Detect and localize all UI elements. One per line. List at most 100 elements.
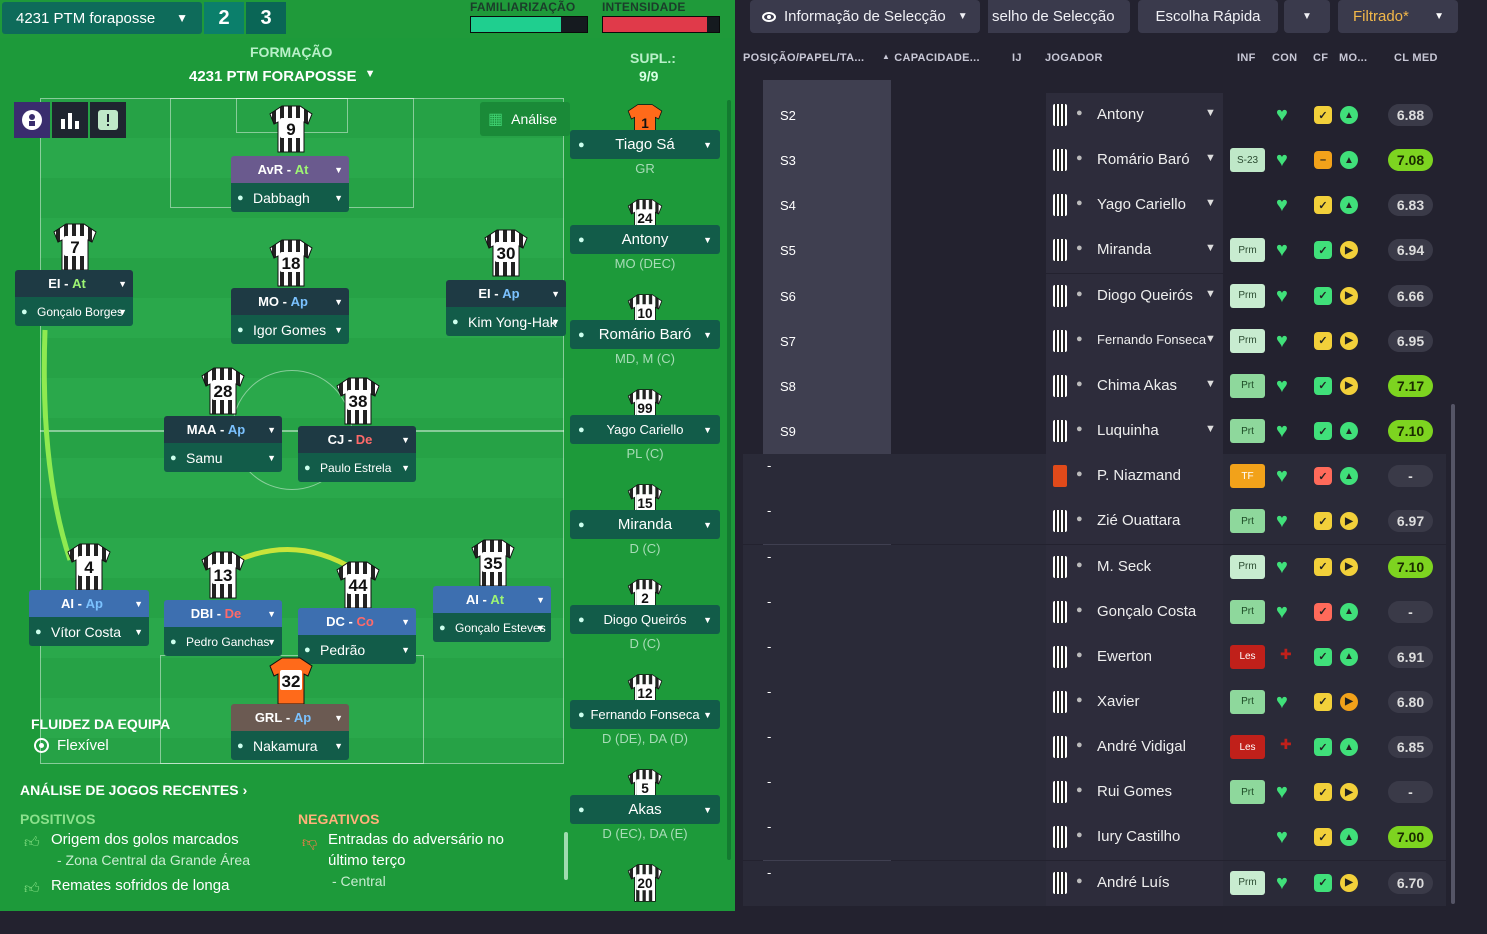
player-role-selector[interactable]: EI - At ▼ xyxy=(15,270,133,297)
table-row[interactable]: - ● Xavier Prt ♥ ✓ ▶ 6.80 xyxy=(743,679,1446,725)
table-row[interactable]: S7 ● Fernando Fonseca ▼ Prm ♥ ✓ ▶ 6.95 xyxy=(743,318,1446,364)
sub-player-selector[interactable]: ● Antony ▼ xyxy=(570,225,720,254)
col-mo[interactable]: MO... xyxy=(1339,52,1367,64)
table-row[interactable]: - ● P. Niazmand TF ♥ ✓ ▲ - xyxy=(743,454,1446,500)
filter-dropdown[interactable]: Filtrado* ▼ xyxy=(1338,0,1458,33)
player-role-selector[interactable]: DBI - De ▼ xyxy=(164,600,282,627)
selection-advice-tab[interactable]: selho de Selecção xyxy=(988,0,1130,33)
player-role-selector[interactable]: MO - Ap ▼ xyxy=(231,288,349,315)
table-row[interactable]: - ● Ewerton Les ✚ ✓ ▲ 6.91 xyxy=(743,634,1446,680)
player-name[interactable]: M. Seck xyxy=(1097,558,1151,575)
bar-chart-icon[interactable] xyxy=(52,102,88,138)
table-row[interactable]: - ● André Luís Prm ♥ ✓ ▶ 6.70 xyxy=(743,860,1446,906)
player-name-selector[interactable]: ● Gonçalo Esteves ▼ xyxy=(433,613,551,642)
table-row[interactable]: - ● André Vidigal Les ✚ ✓ ▲ 6.85 xyxy=(743,725,1446,771)
shirt-icon[interactable]: 7 xyxy=(52,222,98,272)
shirt-icon[interactable]: 9 xyxy=(268,104,314,154)
player-role-selector[interactable]: EI - Ap ▼ xyxy=(446,280,566,307)
tactic-selector[interactable]: 4231 PTM foraposse ▼ xyxy=(2,2,202,34)
tactic-slot-2[interactable]: 2 xyxy=(204,2,244,34)
player-name-selector[interactable]: ● Dabbagh ▼ xyxy=(231,183,349,212)
tactic-slot-3[interactable]: 3 xyxy=(246,2,286,34)
player-name[interactable]: Diogo Queirós xyxy=(1097,287,1193,304)
player-name[interactable]: Ewerton xyxy=(1097,648,1152,665)
sub-player-selector[interactable]: ● Tiago Sá ▼ xyxy=(570,130,720,159)
chevron-down-icon[interactable]: ▼ xyxy=(1205,288,1216,300)
table-row[interactable]: S6 ● Diogo Queirós ▼ Prm ♥ ✓ ▶ 6.66 xyxy=(743,273,1446,319)
shirt-icon[interactable]: 28 xyxy=(200,366,246,416)
player-name[interactable]: Xavier xyxy=(1097,693,1140,710)
player-name-selector[interactable]: ● Kim Yong-Hak ▼ xyxy=(446,307,566,336)
col-cf[interactable]: CF xyxy=(1313,52,1328,64)
sub-player-selector[interactable]: ● Yago Cariello ▼ xyxy=(570,415,720,444)
analysis-scrollbar[interactable] xyxy=(564,832,568,880)
col-cl-med[interactable]: CL MED xyxy=(1394,52,1438,64)
player-role-selector[interactable]: AvR - At ▼ xyxy=(231,156,349,183)
sub-player-selector[interactable]: ● Akas ▼ xyxy=(570,795,720,824)
shirt-icon[interactable]: 4 xyxy=(66,542,112,592)
chevron-down-icon[interactable]: ▼ xyxy=(1205,333,1216,345)
shirt-icon[interactable]: 30 xyxy=(483,228,529,278)
player-name[interactable]: André Vidigal xyxy=(1097,738,1186,755)
player-name[interactable]: Fernando Fonseca xyxy=(1097,332,1206,347)
player-role-selector[interactable]: DC - Co ▼ xyxy=(298,608,416,635)
player-name-selector[interactable]: ● Nakamura ▼ xyxy=(231,731,349,760)
sub-shirt-icon[interactable]: 20 xyxy=(627,863,664,903)
col-inf[interactable]: INF xyxy=(1237,52,1256,64)
shirt-icon[interactable]: 35 xyxy=(470,538,516,588)
shirt-icon[interactable]: 18 xyxy=(268,238,314,288)
col-ij[interactable]: IJ xyxy=(1012,52,1022,64)
table-row[interactable]: S3 ● Romário Baró ▼ S-23 ♥ – ▲ 7.08 xyxy=(743,138,1446,184)
table-row[interactable]: - ● Iury Castilho ♥ ✓ ▲ 7.00 xyxy=(743,815,1446,861)
selection-info-dropdown[interactable]: Informação de Selecção ▼ xyxy=(750,0,980,33)
player-name[interactable]: Rui Gomes xyxy=(1097,783,1172,800)
player-info-icon[interactable] xyxy=(14,102,50,138)
table-row[interactable]: - ● Gonçalo Costa Prt ♥ ✓ ▲ - xyxy=(743,589,1446,635)
table-row[interactable]: - ● Zié Ouattara Prt ♥ ✓ ▶ 6.97 xyxy=(743,499,1446,545)
table-row[interactable]: S9 ● Luquinha ▼ Prt ♥ ✓ ▲ 7.10 xyxy=(743,409,1446,455)
chevron-down-icon[interactable]: ▼ xyxy=(1205,378,1216,390)
formation-selector[interactable]: 4231 PTM FORAPOSSE ▼ xyxy=(189,68,375,85)
shirt-icon[interactable]: 32 xyxy=(268,656,314,706)
quick-pick-chevron-icon[interactable]: ▼ xyxy=(1284,0,1330,33)
table-row[interactable]: S5 ● Miranda ▼ Prm ♥ ✓ ▶ 6.94 xyxy=(743,228,1446,274)
player-name-selector[interactable]: ● Pedro Ganchas ▼ xyxy=(164,627,282,656)
player-name[interactable]: Romário Baró xyxy=(1097,151,1190,168)
player-role-selector[interactable]: AI - At ▼ xyxy=(433,586,551,613)
sub-player-selector[interactable]: ● Diogo Queirós ▼ xyxy=(570,605,720,634)
table-row[interactable]: S8 ● Chima Akas ▼ Prt ♥ ✓ ▶ 7.17 xyxy=(743,363,1446,409)
player-name-selector[interactable]: ● Gonçalo Borges ▼ xyxy=(15,297,133,326)
player-name[interactable]: Antony xyxy=(1097,106,1144,123)
quick-pick-button[interactable]: Escolha Rápida xyxy=(1138,0,1278,33)
table-row[interactable]: - ● M. Seck Prm ♥ ✓ ▶ 7.10 xyxy=(743,544,1446,590)
player-role-selector[interactable]: AI - Ap ▼ xyxy=(29,590,149,617)
table-row[interactable]: S4 ● Yago Cariello ▼ ♥ ✓ ▲ 6.83 xyxy=(743,183,1446,229)
table-scrollbar[interactable] xyxy=(1451,404,1455,904)
shirt-icon[interactable]: 38 xyxy=(335,376,381,426)
col-con[interactable]: CON xyxy=(1272,52,1297,64)
player-name[interactable]: Zié Ouattara xyxy=(1097,512,1180,529)
analysis-button[interactable]: ▦ Análise xyxy=(480,102,570,136)
player-role-selector[interactable]: CJ - De ▼ xyxy=(298,426,416,453)
sub-player-selector[interactable]: ● Miranda ▼ xyxy=(570,510,720,539)
player-name[interactable]: Iury Castilho xyxy=(1097,828,1180,845)
shirt-icon[interactable]: 44 xyxy=(335,560,381,610)
player-name-selector[interactable]: ● Igor Gomes ▼ xyxy=(231,315,349,344)
player-name-selector[interactable]: ● Samu ▼ xyxy=(164,443,282,472)
table-row[interactable]: - ● Rui Gomes Prt ♥ ✓ ▶ - xyxy=(743,770,1446,816)
player-name-selector[interactable]: ● Paulo Estrela ▼ xyxy=(298,453,416,482)
shirt-icon[interactable]: 13 xyxy=(200,550,246,600)
player-name[interactable]: Luquinha xyxy=(1097,422,1159,439)
table-row[interactable]: S2 ● Antony ▼ ♥ ✓ ▲ 6.88 xyxy=(743,93,1446,138)
player-name[interactable]: Gonçalo Costa xyxy=(1097,603,1196,620)
chevron-down-icon[interactable]: ▼ xyxy=(1205,152,1216,164)
player-role-selector[interactable]: MAA - Ap ▼ xyxy=(164,416,282,443)
chevron-down-icon[interactable]: ▼ xyxy=(1205,107,1216,119)
subs-scrollbar[interactable] xyxy=(727,100,731,860)
chevron-down-icon[interactable]: ▼ xyxy=(1205,197,1216,209)
intensity-bar[interactable] xyxy=(602,16,720,33)
player-name[interactable]: Yago Cariello xyxy=(1097,196,1186,213)
sub-player-selector[interactable]: ● Romário Baró ▼ xyxy=(570,320,720,349)
chevron-down-icon[interactable]: ▼ xyxy=(1205,423,1216,435)
player-name[interactable]: André Luís xyxy=(1097,874,1170,891)
